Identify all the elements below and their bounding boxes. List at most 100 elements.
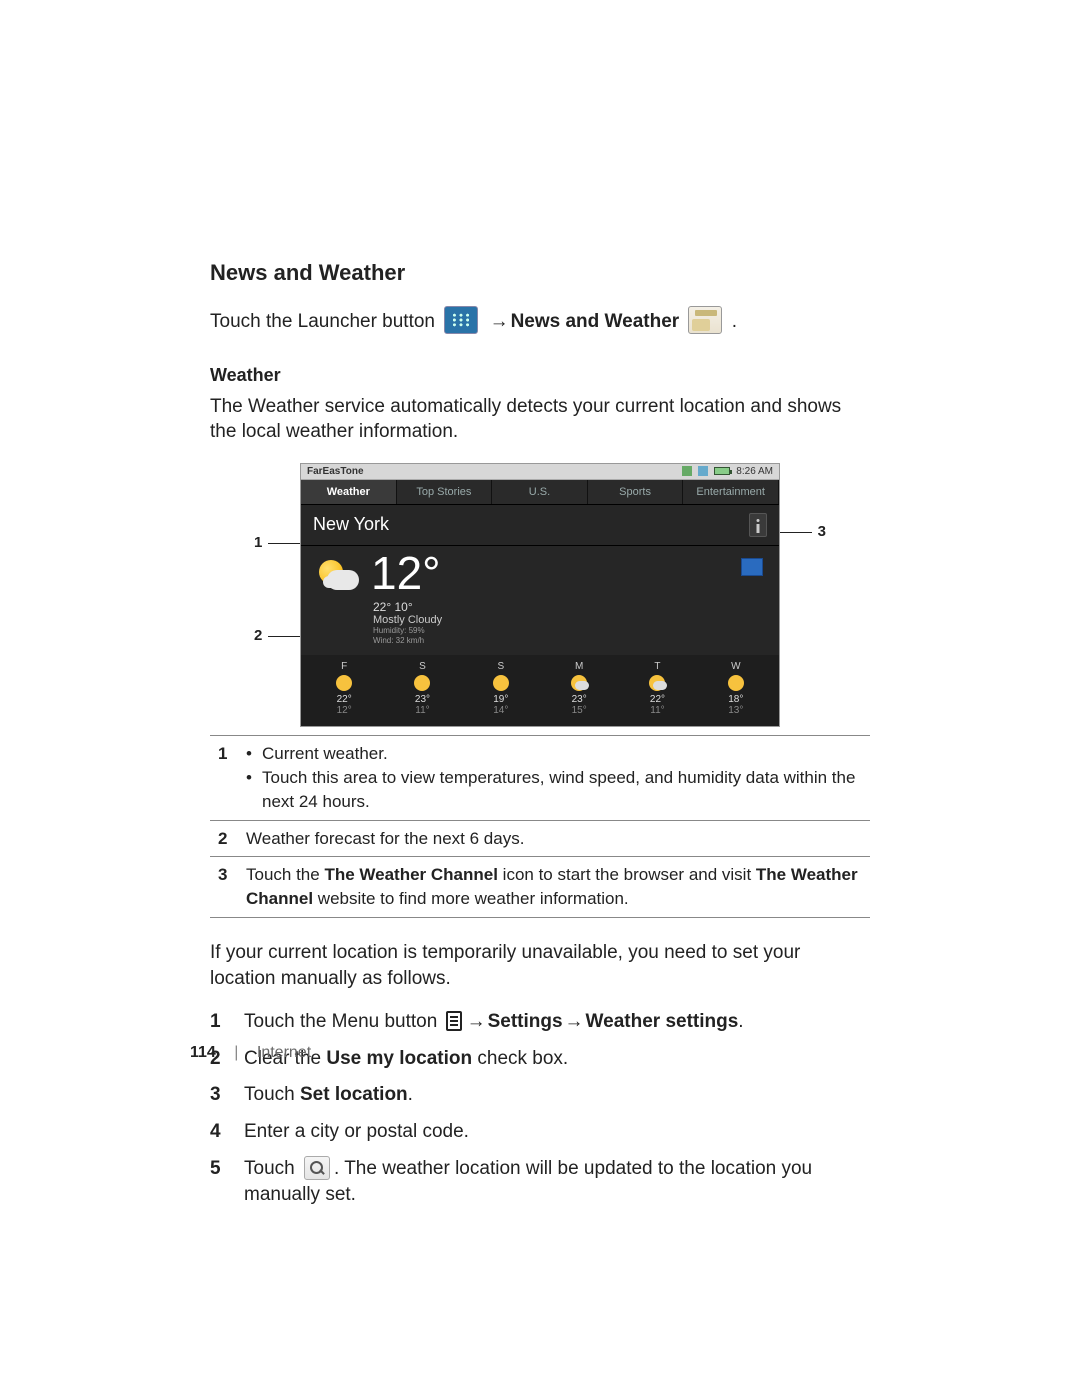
info-button[interactable] (749, 513, 767, 537)
weather-desc: The Weather service automatically detect… (210, 394, 870, 445)
arrow-icon: → (467, 1011, 486, 1032)
bold-text: Set location (300, 1084, 408, 1105)
day-label: S (383, 661, 461, 672)
text: Touch the (246, 865, 324, 884)
table-row: 1 Current weather. Touch this area to vi… (210, 736, 870, 820)
forecast-day: S 23°11° (383, 661, 461, 716)
low: 11° (618, 705, 696, 716)
high: 22° (305, 694, 383, 705)
sun-icon (493, 675, 509, 691)
screenshot-container: FarEasTone 8:26 AM Weather Top Stories U… (210, 463, 870, 727)
day-label: T (618, 661, 696, 672)
forecast-day: T 22°11° (618, 661, 696, 716)
annotation-table: 1 Current weather. Touch this area to vi… (210, 735, 870, 918)
bold-text: The Weather Channel (324, 865, 498, 884)
step-body: Touch the Menu button →Settings→Weather … (244, 1009, 870, 1036)
news-weather-label: News and Weather (511, 311, 680, 332)
forecast-day: S19°14° (462, 661, 540, 716)
step-body: Clear the Use my location check box. (244, 1046, 870, 1073)
tab-weather[interactable]: Weather (301, 480, 397, 504)
bullet-item: Touch this area to view temperatures, wi… (246, 766, 862, 814)
callout-1-line (268, 543, 300, 544)
text: Touch (244, 1158, 300, 1179)
sun-icon (728, 675, 744, 691)
text: icon to start the browser and visit (498, 865, 756, 884)
high: 23° (540, 694, 618, 705)
humidity: Humidity: 59% (373, 626, 442, 636)
weather-heading: Weather (210, 365, 870, 386)
anno-num: 3 (210, 857, 238, 918)
day-label: M (540, 661, 618, 672)
text: . (732, 311, 737, 332)
wind: Wind: 32 km/h (373, 636, 442, 646)
current-temp: 12° (371, 550, 442, 596)
bullet-item: Current weather. (246, 742, 862, 766)
battery-icon (714, 467, 730, 475)
weather-channel-icon[interactable] (741, 558, 763, 576)
day-label: S (462, 661, 540, 672)
step-body: Touch . The weather location will be upd… (244, 1156, 870, 1209)
step-item: 4 Enter a city or postal code. (210, 1119, 870, 1146)
forecast-day: F22°12° (305, 661, 383, 716)
step-body: Touch Set location. (244, 1082, 870, 1109)
callout-1-label: 1 (254, 534, 262, 551)
bold-text: Use my location (326, 1048, 472, 1069)
text: website to find more weather information… (313, 889, 629, 908)
tab-sports[interactable]: Sports (588, 480, 684, 504)
conditions: Mostly Cloudy (373, 614, 442, 626)
steps-list: 1 Touch the Menu button →Settings→Weathe… (210, 1009, 870, 1209)
step-body: Enter a city or postal code. (244, 1119, 870, 1146)
step-num: 1 (210, 1009, 230, 1036)
step-item: 5 Touch . The weather location will be u… (210, 1156, 870, 1209)
callout-3-line (780, 532, 812, 533)
anno-body: Weather forecast for the next 6 days. (238, 820, 870, 857)
callout-2-line (268, 636, 300, 637)
page-number: 114 (190, 1044, 216, 1061)
text: Touch the Menu button (244, 1011, 443, 1032)
arrow-icon: → (565, 1011, 584, 1032)
high-low: 22° 10° (373, 600, 442, 614)
anno-num: 2 (210, 820, 238, 857)
callout-3-label: 3 (818, 523, 826, 540)
high: 19° (462, 694, 540, 705)
anno-body: Current weather. Touch this area to view… (238, 736, 870, 820)
cloud-icon (571, 675, 587, 691)
high: 23° (383, 694, 461, 705)
tab-top-stories[interactable]: Top Stories (397, 480, 493, 504)
forecast-row[interactable]: F22°12° S23°11° S19°14° M23°15° T22°11° … (301, 655, 779, 726)
document-page: News and Weather Touch the Launcher butt… (0, 0, 1080, 1397)
text: Touch the Launcher button (210, 311, 435, 332)
section-title: News and Weather (210, 260, 870, 286)
table-row: 2 Weather forecast for the next 6 days. (210, 820, 870, 857)
current-weather-panel[interactable]: 12° 22° 10° Mostly Cloudy Humidity: 59% … (301, 546, 779, 655)
menu-icon (446, 1011, 462, 1031)
step-num: 5 (210, 1156, 230, 1209)
tab-bar: Weather Top Stories U.S. Sports Entertai… (301, 480, 779, 505)
high: 22° (618, 694, 696, 705)
device-screenshot: FarEasTone 8:26 AM Weather Top Stories U… (300, 463, 780, 727)
signal-icon (682, 466, 692, 476)
day-label: F (305, 661, 383, 672)
sun-icon (414, 675, 430, 691)
low: 11° (383, 705, 461, 716)
wifi-icon (698, 466, 708, 476)
anno-body: Touch the The Weather Channel icon to st… (238, 857, 870, 918)
sun-icon (336, 675, 352, 691)
step-item: 1 Touch the Menu button →Settings→Weathe… (210, 1009, 870, 1036)
text: check box. (472, 1048, 568, 1069)
bold-text: Weather settings (586, 1011, 739, 1032)
android-statusbar: FarEasTone 8:26 AM (301, 464, 779, 480)
page-footer: 114 | Internet (190, 1044, 311, 1062)
carrier-label: FarEasTone (307, 466, 364, 477)
arrow-icon: → (490, 311, 509, 332)
launcher-instruction: Touch the Launcher button →News and Weat… (210, 306, 870, 335)
cloud-icon (649, 675, 665, 691)
tab-entertainment[interactable]: Entertainment (683, 480, 779, 504)
text: . (408, 1084, 413, 1105)
callout-2-label: 2 (254, 627, 262, 644)
statusbar-time: 8:26 AM (736, 466, 773, 477)
forecast-day: W18°13° (697, 661, 775, 716)
tab-us[interactable]: U.S. (492, 480, 588, 504)
news-weather-icon (688, 306, 722, 334)
text: Touch (244, 1084, 300, 1105)
